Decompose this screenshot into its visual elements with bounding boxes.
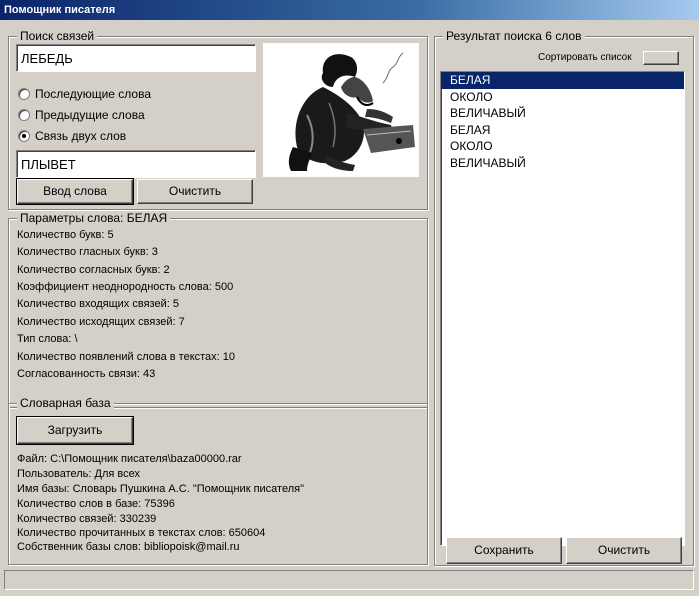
sort-list-button[interactable] — [643, 51, 679, 65]
status-bar — [4, 570, 694, 590]
result-item[interactable]: ВЕЛИЧАВЫЙ — [441, 105, 684, 122]
save-results-button-label: Сохранить — [474, 543, 534, 557]
param-vowels-count: Количество гласных букв: 3 — [17, 246, 158, 258]
sort-list-label: Сортировать список — [538, 52, 632, 63]
radio-next-words[interactable]: Последующие слова — [18, 86, 151, 102]
window-title: Помощник писателя — [4, 4, 116, 16]
radio-next-words-label: Последующие слова — [35, 87, 152, 101]
radio-two-words-link-indicator[interactable] — [18, 130, 30, 142]
base-words-count: Количество слов в базе: 75396 — [17, 498, 175, 510]
radio-previous-words-indicator[interactable] — [18, 109, 30, 121]
base-links-count: Количество связей: 330239 — [17, 513, 157, 525]
param-letters-count: Количество букв: 5 — [17, 229, 114, 241]
enter-word-button-label: Ввод слова — [43, 184, 107, 198]
enter-word-button[interactable]: Ввод слова — [16, 178, 134, 205]
load-base-button-label: Загрузить — [47, 423, 103, 437]
dictionary-base-legend: Словарная база — [17, 396, 114, 410]
param-word-type: Тип слова: \ — [17, 333, 78, 345]
param-outgoing-links: Количество исходящих связей: 7 — [17, 316, 185, 328]
search-results-legend: Результат поиска 6 слов — [443, 29, 585, 43]
radio-previous-words[interactable]: Предыдущие слова — [18, 107, 145, 123]
window-title-bar: Помощник писателя — [0, 0, 699, 20]
result-item[interactable]: ОКОЛО — [441, 138, 684, 155]
second-word-input[interactable]: ПЛЫВЕТ — [16, 150, 256, 178]
radio-next-words-indicator[interactable] — [18, 88, 30, 100]
first-word-input[interactable]: ЛЕБЕДЬ — [16, 44, 256, 72]
main-window: Поиск связей ЛЕБЕДЬ Последующие слова Пр… — [0, 20, 699, 596]
result-item[interactable]: БЕЛАЯ — [441, 72, 684, 89]
clear-search-button-label: Очистить — [168, 184, 222, 198]
param-incoming-links: Количество входящих связей: 5 — [17, 298, 179, 310]
writer-illustration — [263, 43, 419, 177]
result-item[interactable]: БЕЛАЯ — [441, 122, 684, 139]
param-link-consistency: Согласованность связи: 43 — [17, 368, 156, 380]
param-consonants-count: Количество согласных букв: 2 — [17, 264, 170, 276]
radio-previous-words-label: Предыдущие слова — [35, 108, 145, 122]
base-read-words-count: Количество прочитанных в текстах слов: 6… — [17, 527, 266, 539]
param-occurrences: Количество появлений слова в текстах: 10 — [17, 351, 236, 363]
result-item[interactable]: ВЕЛИЧАВЫЙ — [441, 155, 684, 172]
base-owner: Собственник базы слов: bibliopoisk@mail.… — [17, 541, 240, 553]
search-group-legend: Поиск связей — [17, 29, 98, 43]
word-params-legend: Параметры слова: БЕЛАЯ — [17, 211, 171, 225]
load-base-button[interactable]: Загрузить — [16, 416, 134, 445]
results-listbox[interactable]: БЕЛАЯ ОКОЛО ВЕЛИЧАВЫЙ БЕЛАЯ ОКОЛО ВЕЛИЧА… — [440, 71, 685, 546]
radio-two-words-link[interactable]: Связь двух слов — [18, 128, 126, 144]
clear-results-button[interactable]: Очистить — [566, 537, 682, 564]
base-name: Имя базы: Словарь Пушкина А.С. "Помощник… — [17, 483, 304, 495]
param-heterogeneity: Коэффициент неоднородность слова: 500 — [17, 281, 234, 293]
clear-results-button-label: Очистить — [597, 543, 651, 557]
radio-two-words-link-label: Связь двух слов — [35, 129, 127, 143]
base-user: Пользователь: Для всех — [17, 468, 140, 480]
save-results-button[interactable]: Сохранить — [446, 537, 562, 564]
clear-search-button[interactable]: Очистить — [137, 179, 253, 204]
result-item[interactable]: ОКОЛО — [441, 89, 684, 106]
base-file-path: Файл: C:\Помощник писателя\baza00000.rar — [17, 453, 242, 465]
